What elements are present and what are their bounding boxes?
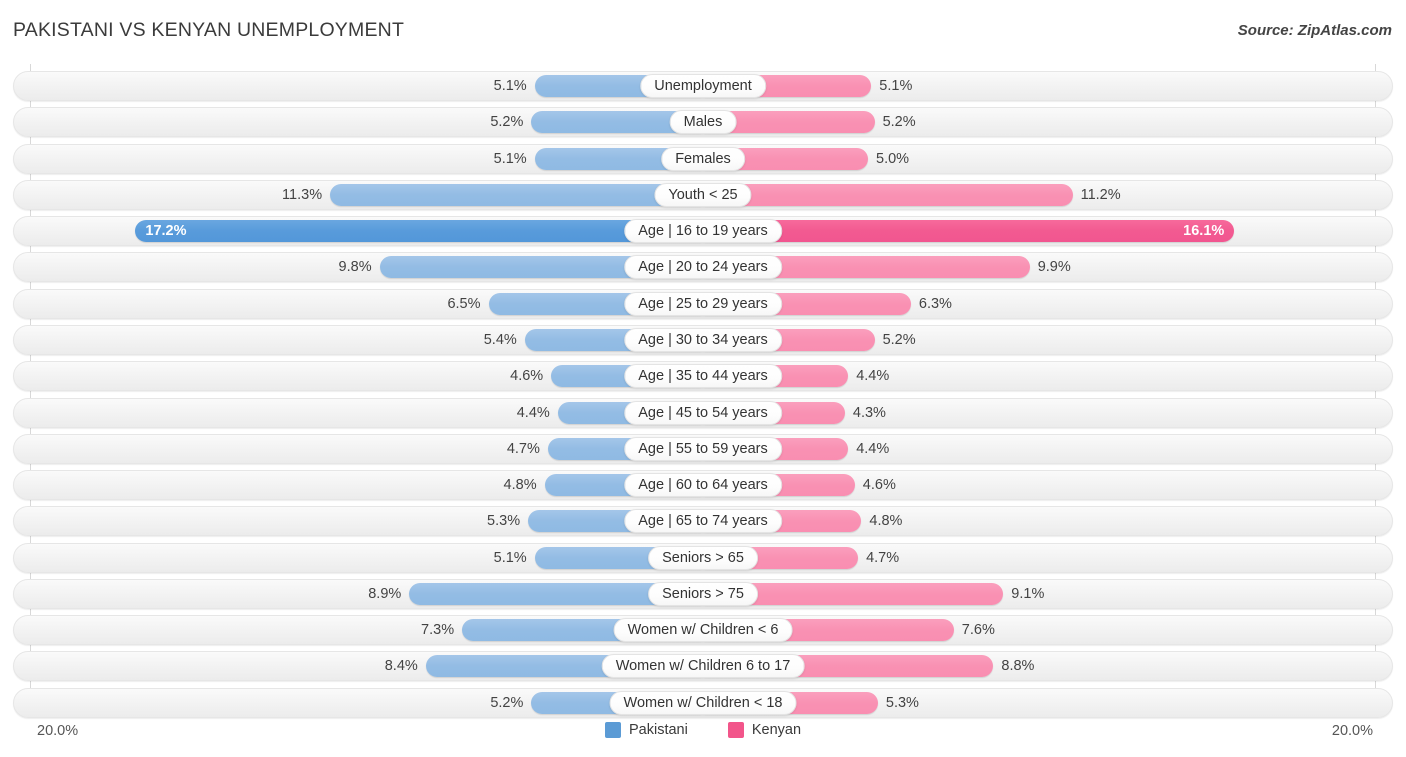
chart-row: 9.8% 9.9% Age | 20 to 24 years xyxy=(13,252,1393,283)
bar-value-kenyan: 4.4% xyxy=(856,440,890,457)
category-label: Age | 20 to 24 years xyxy=(624,255,782,280)
page-title: PAKISTANI VS KENYAN UNEMPLOYMENT xyxy=(13,19,405,41)
chart-row: 7.3% 7.6% Women w/ Children < 6 xyxy=(13,615,1393,646)
chart-row: 4.7% 4.4% Age | 55 to 59 years xyxy=(13,433,1393,464)
bar-value-kenyan: 5.2% xyxy=(882,331,916,348)
category-label: Males xyxy=(669,110,737,135)
chart-row: 5.2% 5.2% Males xyxy=(13,107,1393,138)
bar-value-kenyan: 5.3% xyxy=(885,694,919,711)
bar-value-pakistani: 11.3% xyxy=(282,186,323,203)
legend-item-pakistani[interactable]: Pakistani xyxy=(604,722,688,738)
bar-value-kenyan: 6.3% xyxy=(918,295,952,312)
bar-value-pakistani: 8.4% xyxy=(384,658,418,675)
bar-value-pakistani: 5.1% xyxy=(493,78,527,94)
legend-swatch-icon xyxy=(727,722,744,738)
chart-row: 5.3% 4.8% Age | 65 to 74 years xyxy=(13,506,1393,537)
legend-swatch-icon xyxy=(604,722,621,738)
chart-row: 5.2% 5.3% Women w/ Children < 18 xyxy=(13,687,1393,718)
chart-root: PAKISTANI VS KENYAN UNEMPLOYMENT Source:… xyxy=(0,0,1406,757)
chart-row: 5.1% 5.1% Unemployment xyxy=(13,71,1393,101)
category-label: Seniors > 65 xyxy=(648,545,758,570)
bar-value-kenyan: 5.2% xyxy=(882,114,916,131)
chart-row: 4.8% 4.6% Age | 60 to 64 years xyxy=(13,470,1393,501)
chart-row: 8.4% 8.8% Women w/ Children 6 to 17 xyxy=(13,651,1393,682)
bar-value-pakistani: 17.2% xyxy=(145,223,187,240)
category-label: Women w/ Children < 6 xyxy=(613,618,793,643)
bar-value-pakistani: 4.8% xyxy=(503,477,537,494)
category-label: Age | 45 to 54 years xyxy=(624,400,782,425)
category-label: Unemployment xyxy=(640,74,766,98)
chart-legend: Pakistani Kenyan xyxy=(0,722,1406,738)
category-label: Age | 30 to 34 years xyxy=(624,327,782,352)
chart-row: 4.4% 4.3% Age | 45 to 54 years xyxy=(13,397,1393,428)
bar-value-kenyan: 4.8% xyxy=(869,513,903,530)
bar-value-pakistani: 9.8% xyxy=(338,259,372,276)
chart-row: 5.1% 4.7% Seniors > 65 xyxy=(13,542,1393,573)
bar-value-kenyan: 9.1% xyxy=(1011,585,1045,602)
chart-row: 5.4% 5.2% Age | 30 to 34 years xyxy=(13,324,1393,355)
category-label: Age | 35 to 44 years xyxy=(624,364,782,389)
bar-value-pakistani: 5.3% xyxy=(487,513,521,530)
bar-value-pakistani: 5.4% xyxy=(483,331,517,348)
chart-row: 6.5% 6.3% Age | 25 to 29 years xyxy=(13,288,1393,319)
bar-value-pakistani: 8.9% xyxy=(368,585,402,602)
bar-value-pakistani: 5.2% xyxy=(490,694,524,711)
legend-label: Pakistani xyxy=(628,722,688,738)
bar-value-kenyan: 11.2% xyxy=(1080,186,1121,203)
bar-value-pakistani: 5.1% xyxy=(493,150,527,167)
bar-pakistani xyxy=(135,220,703,243)
bar-value-kenyan: 8.8% xyxy=(1001,658,1035,675)
category-label: Age | 55 to 59 years xyxy=(624,436,782,461)
bar-value-kenyan: 4.7% xyxy=(866,549,900,566)
bar-value-kenyan: 7.6% xyxy=(961,622,995,639)
chart-row: 5.1% 5.0% Females xyxy=(13,143,1393,174)
legend-label: Kenyan xyxy=(751,722,802,738)
bar-value-pakistani: 5.2% xyxy=(490,114,524,131)
bar-kenyan xyxy=(703,183,1073,206)
bar-value-kenyan: 4.4% xyxy=(856,368,890,385)
bar-value-pakistani: 5.1% xyxy=(493,549,527,566)
category-label: Seniors > 75 xyxy=(648,581,758,606)
bar-value-kenyan: 4.6% xyxy=(862,477,896,494)
bar-value-kenyan: 5.0% xyxy=(876,150,910,167)
chart-row: 8.9% 9.1% Seniors > 75 xyxy=(13,578,1393,609)
category-label: Age | 60 to 64 years xyxy=(624,473,782,498)
category-label: Women w/ Children < 18 xyxy=(609,690,797,715)
bar-value-pakistani: 7.3% xyxy=(421,622,455,639)
bar-value-pakistani: 6.5% xyxy=(447,295,481,312)
category-label: Women w/ Children 6 to 17 xyxy=(601,654,805,679)
category-label: Females xyxy=(661,146,745,171)
chart-row: 17.2% 16.1% Age | 16 to 19 years xyxy=(13,216,1393,247)
chart-row: 4.6% 4.4% Age | 35 to 44 years xyxy=(13,361,1393,392)
chart-footer: 20.0% 20.0% Pakistani Kenyan xyxy=(0,718,1406,757)
bar-pakistani xyxy=(330,183,703,206)
category-label: Age | 25 to 29 years xyxy=(624,291,782,316)
bar-value-pakistani: 4.7% xyxy=(506,440,540,457)
chart-plot-area: 5.1% 5.1% Unemployment 5.2% 5.2% Males 5.1% 5.0… xyxy=(0,64,1406,718)
bar-value-kenyan: 4.3% xyxy=(852,404,886,421)
category-label: Age | 16 to 19 years xyxy=(624,219,782,244)
bar-value-pakistani: 4.4% xyxy=(516,404,550,421)
bar-value-kenyan: 16.1% xyxy=(1183,223,1225,240)
legend-item-kenyan[interactable]: Kenyan xyxy=(727,722,802,738)
source-attribution: Source: ZipAtlas.com xyxy=(1237,22,1392,39)
category-label: Age | 65 to 74 years xyxy=(624,509,782,534)
category-label: Youth < 25 xyxy=(654,182,752,207)
bar-value-kenyan: 5.1% xyxy=(879,78,913,94)
bar-value-pakistani: 4.6% xyxy=(510,368,544,385)
chart-row: 11.3% 11.2% Youth < 25 xyxy=(13,179,1393,210)
bar-value-kenyan: 9.9% xyxy=(1037,259,1071,276)
